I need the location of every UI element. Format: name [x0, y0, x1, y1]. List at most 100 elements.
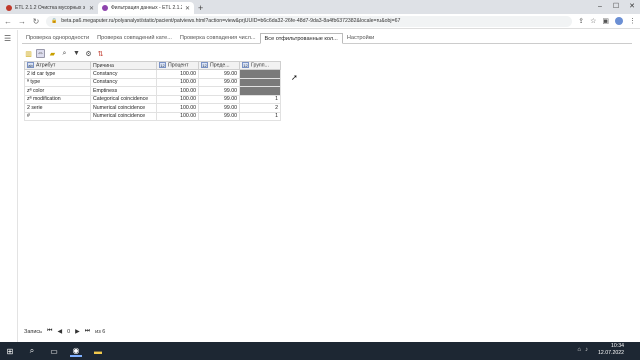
- filtered-columns-table: ab Атрибут Причина 12 Процент 12 Преде... 1…: [24, 61, 281, 121]
- numeric-type-icon: 12: [242, 62, 249, 69]
- cell-percent: 100.00: [156, 94, 199, 104]
- first-page-icon[interactable]: ⏮: [47, 328, 52, 335]
- taskbar-clock[interactable]: 10:34 12.07.2022: [598, 343, 624, 357]
- volume-icon[interactable]: ♪: [585, 347, 588, 353]
- app-area: ☰ Проверка однородности Проверка совпаде…: [0, 30, 640, 342]
- prev-page-icon[interactable]: ◀: [57, 328, 62, 335]
- share-icon[interactable]: ⇪: [578, 17, 584, 25]
- folder-icon[interactable]: ▰: [48, 49, 57, 58]
- gear-icon[interactable]: ⚙: [84, 49, 93, 58]
- cell-percent: 100.00: [156, 77, 199, 87]
- cell-attribute: zª color: [24, 86, 91, 96]
- mouse-cursor-icon: ➚: [291, 73, 298, 82]
- tab-all-filtered[interactable]: Все отфильтрованные кол...: [259, 33, 343, 44]
- column-header-attribute[interactable]: ab Атрибут: [24, 61, 91, 70]
- taskbar: ⊞ ⌕ ▭ ◉ ▬ ⌂ ♪ 10:34 12.07.2022: [0, 342, 640, 360]
- cell-group: 2: [239, 103, 281, 113]
- chrome-icon[interactable]: ◉: [70, 345, 82, 357]
- next-page-icon[interactable]: ▶: [75, 328, 80, 335]
- cell-reason: Constancy: [90, 77, 157, 87]
- cell-group: 1: [239, 94, 281, 104]
- close-tab-icon[interactable]: ✕: [185, 5, 190, 12]
- columns-icon[interactable]: ▥: [24, 49, 33, 58]
- url-field[interactable]: 🔒 beta.pa6.megaputer.ru/polyanalyst/stat…: [46, 15, 573, 27]
- windows-start-icon[interactable]: ⊞: [4, 345, 16, 357]
- url-text: beta.pa6.megaputer.ru/polyanalyst/static…: [61, 18, 401, 24]
- sidepanel-icon[interactable]: ▣: [602, 17, 609, 25]
- settings-sliders-icon[interactable]: ☰: [4, 34, 11, 43]
- table-header-row: ab Атрибут Причина 12 Процент 12 Преде... 1…: [24, 61, 281, 70]
- pager-label: Запись: [24, 328, 43, 335]
- grid-toolbar: ▥ ⇔ ▰ ⌕ ▼ ⚙ ⇅: [24, 49, 105, 58]
- back-icon[interactable]: ←: [4, 17, 12, 26]
- browser-tab-2[interactable]: Фильтрация данных - ETL 2.1.2 ✕: [98, 2, 194, 14]
- browser-tab-title: Фильтрация данных - ETL 2.1.2: [111, 5, 182, 11]
- cell-reason: Emptiness: [90, 86, 157, 96]
- column-header-group[interactable]: 12 Групп...: [239, 61, 281, 70]
- browser-tab-strip: ETL 2.1.2 Очистка мусорных з ✕ Фильтраци…: [0, 0, 640, 14]
- file-explorer-icon[interactable]: ▬: [92, 345, 104, 357]
- profile-avatar[interactable]: [615, 17, 623, 25]
- left-rail: ☰: [0, 30, 18, 342]
- cell-limit: 99.00: [198, 86, 240, 96]
- clock-time: 10:34: [611, 343, 624, 349]
- cell-limit: 99.00: [198, 77, 240, 87]
- cell-group: [239, 77, 281, 87]
- network-icon[interactable]: ⌂: [577, 347, 581, 353]
- table-row[interactable]: 2 serie Numerical coincidence 100.00 99.00 2: [24, 103, 281, 113]
- reload-icon[interactable]: ↻: [32, 17, 40, 26]
- close-tab-icon[interactable]: ✕: [89, 5, 94, 12]
- cell-limit: 99.00: [198, 94, 240, 104]
- cell-attribute: ª type: [24, 77, 91, 87]
- cell-group: [239, 69, 281, 79]
- cell-percent: 100.00: [156, 111, 199, 121]
- column-header-limit[interactable]: 12 Преде...: [198, 61, 240, 70]
- new-tab-button[interactable]: +: [198, 3, 203, 13]
- filter-icon[interactable]: ▼: [72, 49, 81, 58]
- app-tabs: Проверка однородности Проверка совпадени…: [22, 33, 632, 44]
- tab-categorical[interactable]: Проверка совпадений кате...: [93, 33, 176, 44]
- tab-homogeneity[interactable]: Проверка однородности: [22, 33, 93, 44]
- maximize-icon[interactable]: ☐: [608, 0, 624, 14]
- cell-percent: 100.00: [156, 86, 199, 96]
- find-icon[interactable]: ⌕: [60, 49, 69, 58]
- column-header-reason[interactable]: Причина: [90, 61, 157, 70]
- tab-numerical[interactable]: Проверка совпадения числ...: [176, 33, 260, 44]
- column-header-percent[interactable]: 12 Процент: [156, 61, 199, 70]
- link-icon[interactable]: ⇔: [36, 49, 45, 58]
- cell-percent: 100.00: [156, 69, 199, 79]
- forward-icon[interactable]: →: [18, 17, 26, 26]
- cell-group: [239, 86, 281, 96]
- system-tray: ⌂ ♪: [577, 347, 588, 353]
- search-icon[interactable]: ⌕: [26, 345, 38, 357]
- cell-attribute: zª modification: [24, 94, 91, 104]
- cell-limit: 99.00: [198, 111, 240, 121]
- numeric-type-icon: 12: [201, 62, 208, 69]
- bookmark-star-icon[interactable]: ☆: [590, 17, 596, 25]
- table-row[interactable]: zª modification Categorical coincidence 10…: [24, 94, 281, 104]
- cell-reason: Categorical coincidence: [90, 94, 157, 104]
- table-row[interactable]: zª color Emptiness 100.00 99.00: [24, 86, 281, 96]
- minimize-icon[interactable]: –: [592, 0, 608, 14]
- task-view-icon[interactable]: ▭: [48, 345, 60, 357]
- tab-favicon-icon: [6, 5, 12, 11]
- sort-icon[interactable]: ⇅: [96, 49, 105, 58]
- cell-group: 1: [239, 111, 281, 121]
- last-page-icon[interactable]: ⏭: [85, 328, 90, 335]
- pager-current[interactable]: 0: [67, 329, 70, 335]
- cell-limit: 99.00: [198, 103, 240, 113]
- close-window-icon[interactable]: ✕: [624, 0, 640, 14]
- cell-attribute: 2 id car type: [24, 69, 91, 79]
- browser-tab-1[interactable]: ETL 2.1.2 Очистка мусорных з ✕: [2, 2, 98, 14]
- cell-reason: Numerical coincidence: [90, 111, 157, 121]
- table-row[interactable]: # Numerical coincidence 100.00 99.00 1: [24, 111, 281, 121]
- address-bar: ← → ↻ 🔒 beta.pa6.megaputer.ru/polyanalys…: [0, 14, 640, 29]
- tab-favicon-icon: [102, 5, 108, 11]
- menu-dots-icon[interactable]: ⋮: [629, 17, 636, 25]
- table-row[interactable]: 2 id car type Constancy 100.00 99.00: [24, 69, 281, 79]
- cell-limit: 99.00: [198, 69, 240, 79]
- text-type-icon: ab: [27, 62, 34, 69]
- tab-settings[interactable]: Настройки: [343, 33, 378, 44]
- table-row[interactable]: ª type Constancy 100.00 99.00: [24, 77, 281, 87]
- window-controls: – ☐ ✕: [592, 0, 640, 14]
